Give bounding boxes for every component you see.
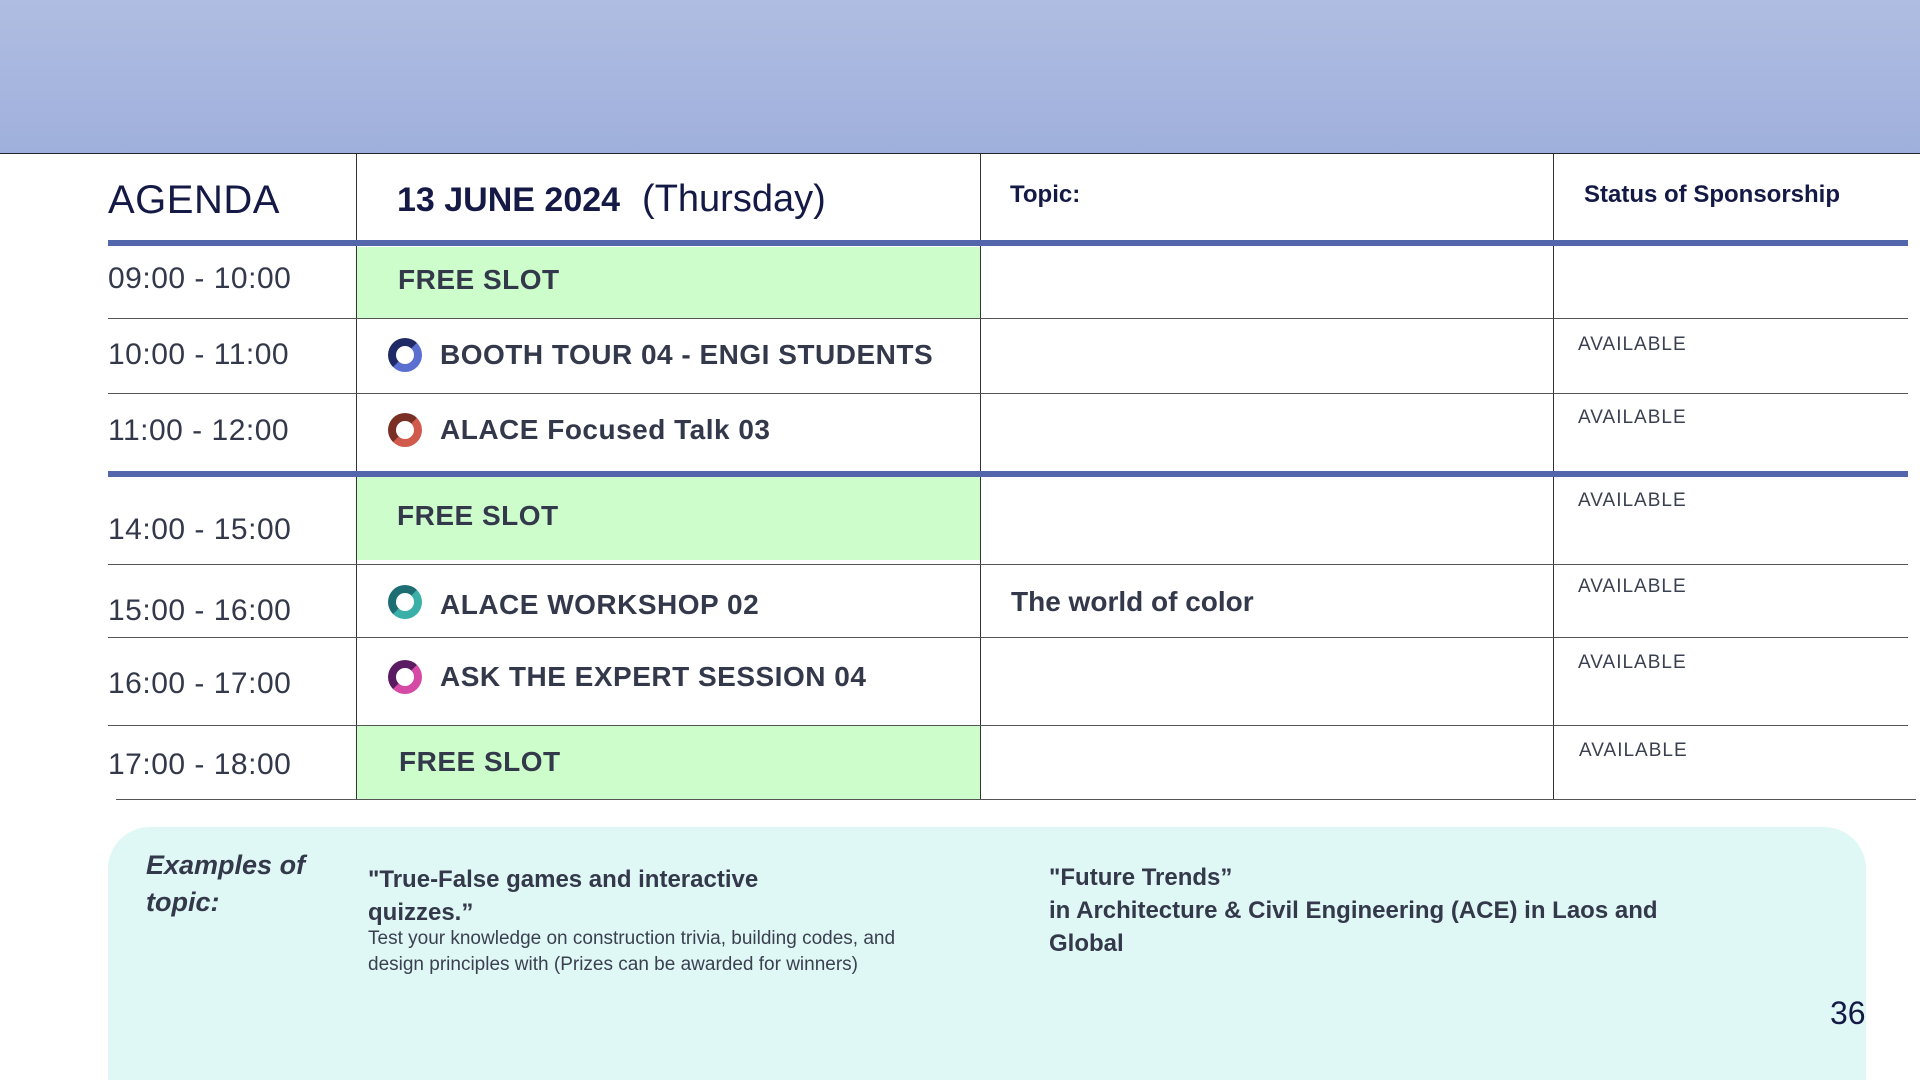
status-badge: AVAILABLE <box>1578 407 1687 428</box>
example-2-title: "Future Trends” in Architecture & Civil … <box>1049 861 1669 960</box>
status-column-header: Status of Sponsorship <box>1584 181 1841 208</box>
session-title: ALACE Focused Talk 03 <box>440 414 771 445</box>
lunch-divider <box>108 471 1908 477</box>
agenda-heading: AGENDA <box>108 178 280 222</box>
row-time: 16:00 - 17:00 <box>108 667 292 700</box>
row-separator <box>108 725 1908 726</box>
session-title: ALACE WORKSHOP 02 <box>440 589 760 620</box>
row-time: 10:00 - 11:00 <box>108 338 290 371</box>
date-text: 13 JUNE 2024 <box>397 181 621 219</box>
free-slot-label: FREE SLOT <box>398 264 560 295</box>
agenda-table: AGENDA 13 JUNE 2024 (Thursday) Topic: Sta… <box>0 153 1920 801</box>
row-time: 09:00 - 10:00 <box>108 262 292 295</box>
red-ring-icon <box>388 413 422 447</box>
top-banner <box>0 0 1920 153</box>
free-slot-label: FREE SLOT <box>397 500 559 531</box>
blue-ring-icon <box>388 338 422 372</box>
status-badge: AVAILABLE <box>1578 490 1687 511</box>
row-separator <box>108 637 1908 638</box>
row-time: 11:00 - 12:00 <box>108 414 290 447</box>
row-separator <box>108 393 1908 394</box>
date-heading: 13 JUNE 2024 (Thursday) <box>397 178 826 221</box>
example-1-description: Test your knowledge on construction triv… <box>368 928 896 975</box>
example-2-line-1: "Future Trends” <box>1049 864 1233 891</box>
session-title: ASK THE EXPERT SESSION 04 <box>440 661 867 692</box>
topic-column-header: Topic: <box>1010 181 1081 208</box>
day-text: (Thursday) <box>642 178 826 220</box>
teal-ring-icon <box>388 585 422 619</box>
status-badge: AVAILABLE <box>1578 652 1687 673</box>
row-separator <box>108 564 1908 565</box>
status-badge: AVAILABLE <box>1579 740 1688 761</box>
table-top-border <box>0 153 1920 154</box>
free-slot-label: FREE SLOT <box>399 746 561 777</box>
row-time: 17:00 - 18:00 <box>108 748 292 781</box>
examples-panel: Examples of topic: "True-False games and… <box>108 827 1866 1080</box>
example-2-line-2: in Architecture & Civil Engineering (ACE… <box>1049 897 1658 957</box>
row-time: 14:00 - 15:00 <box>108 513 292 546</box>
page-number: 36 <box>1830 995 1866 1031</box>
pink-ring-icon <box>388 660 422 694</box>
example-1-title: "True-False games and interactive quizze… <box>368 866 759 926</box>
status-badge: AVAILABLE <box>1578 576 1687 597</box>
session-title: BOOTH TOUR 04 - ENGI STUDENTS <box>440 339 934 370</box>
row-time: 15:00 - 16:00 <box>108 594 292 627</box>
row-separator <box>108 318 1908 319</box>
table-bottom-border <box>116 799 1916 800</box>
header-divider <box>108 240 1908 246</box>
examples-label: Examples of topic: <box>146 850 306 917</box>
topic-cell: The world of color <box>1011 586 1254 617</box>
status-badge: AVAILABLE <box>1578 334 1687 355</box>
